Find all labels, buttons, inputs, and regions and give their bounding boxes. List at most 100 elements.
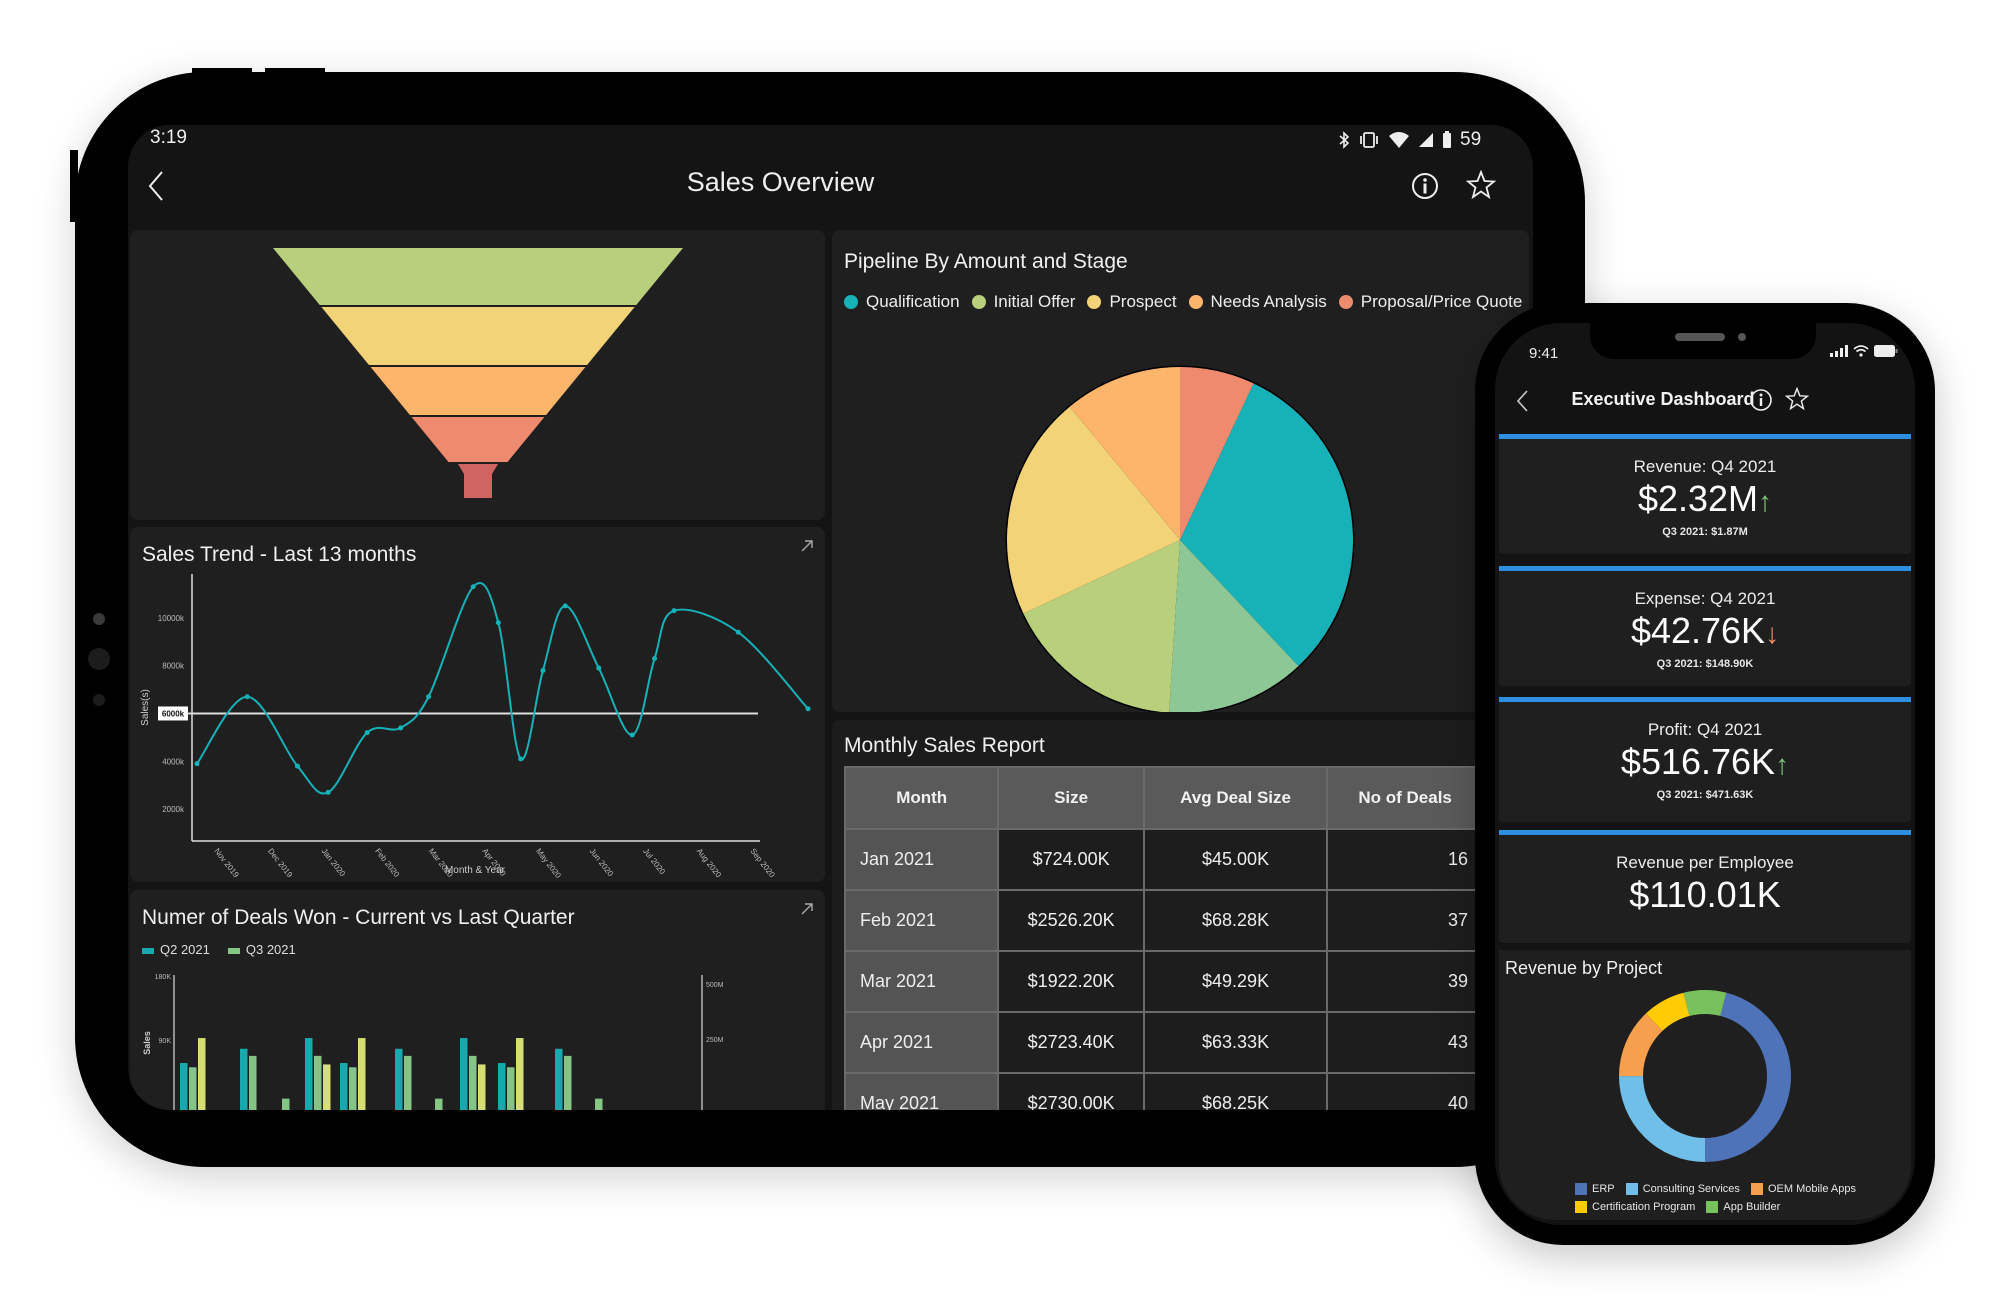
legend-label: Qualification	[866, 292, 960, 311]
monthly-report-card[interactable]: Monthly Sales Report Month Size Avg Deal…	[832, 720, 1532, 1110]
kpi-value-text: $42.76K	[1630, 610, 1766, 651]
donut-slice	[1619, 1076, 1706, 1162]
bar	[340, 1063, 348, 1110]
phone-notch	[1590, 323, 1816, 359]
reference-label: 6000k	[162, 709, 185, 718]
x-axis-label: Month & Year	[445, 865, 506, 876]
legend-item[interactable]: Qualification	[844, 292, 960, 312]
data-point	[470, 584, 476, 590]
funnel-stage	[370, 367, 586, 415]
legend-dot-icon	[1338, 295, 1353, 309]
info-icon[interactable]	[1749, 388, 1773, 412]
kpi-card-expense[interactable]: Expense: Q4 2021 $42.76K↓ Q3 2021: $148.…	[1499, 566, 1911, 686]
legend-item[interactable]: ERP	[1575, 1183, 1615, 1196]
y-axis-label: Sales	[142, 1031, 152, 1055]
cell-no-of-deals: 39	[1326, 950, 1484, 1013]
pipeline-legend: Qualification Initial Offer Prospect Needs …	[844, 292, 1529, 314]
bar	[404, 1055, 412, 1110]
table-row[interactable]: Mar 2021 $1922.20K $49.29K 39	[843, 950, 1484, 1013]
y-tick-label: 180K	[155, 974, 172, 981]
phone-page-title: Executive Dashboard	[1571, 389, 1755, 409]
cell-size: $1922.20K	[997, 950, 1145, 1013]
kpi-card-revenue[interactable]: Revenue: Q4 2021 $2.32M↑ Q3 2021: $1.87M	[1499, 434, 1911, 554]
legend-item[interactable]: Prospect	[1087, 292, 1177, 312]
bar	[180, 1063, 188, 1110]
legend-item[interactable]: App Builder	[1706, 1201, 1780, 1214]
bar	[469, 1055, 477, 1110]
phone-screen: 9:41 Executive Dashboard Revenue: Q4 202…	[1495, 323, 1915, 1225]
y-axis-label: Sales(s)	[140, 689, 151, 726]
deals-bar-chart: 180K 90K 500M 250M Sales	[142, 974, 724, 1110]
y-tick-label-right: 250M	[706, 1037, 724, 1044]
funnel-stage	[321, 307, 635, 365]
table-row[interactable]: May 2021 $2730.00K $68.25K 40	[843, 1072, 1484, 1110]
table-row[interactable]: Apr 2021 $2723.40K $63.33K 43	[843, 1011, 1484, 1074]
bar	[564, 1055, 572, 1110]
data-point	[495, 620, 501, 626]
battery-icon	[1443, 131, 1451, 148]
cell-size: $2526.20K	[997, 889, 1145, 952]
y-tick-label: 90K	[159, 1038, 172, 1045]
cell-size: $2723.40K	[997, 1011, 1145, 1074]
revenue-by-project-card[interactable]: Revenue by Project ERP Consulting Servic…	[1499, 950, 1911, 1220]
legend-item[interactable]: Needs Analysis	[1188, 292, 1327, 312]
wifi-icon	[1389, 132, 1409, 148]
cell-month: Feb 2021	[843, 889, 1000, 952]
column-header-no-of-deals[interactable]: No of Deals	[1326, 766, 1484, 830]
cell-month: Jan 2021	[843, 828, 1000, 891]
kpi-value: $2.32M↑	[1499, 479, 1911, 522]
column-header-size[interactable]: Size	[997, 766, 1145, 830]
x-tick-label: Jun 2020	[588, 847, 616, 879]
column-header-avg-deal-size[interactable]: Avg Deal Size	[1142, 766, 1329, 830]
pipeline-card[interactable]: Pipeline By Amount and Stage Qualificati…	[832, 230, 1529, 712]
tablet-side-button	[70, 150, 78, 222]
data-point	[671, 608, 677, 614]
trend-up-icon: ↑	[1775, 749, 1790, 780]
data-point	[518, 756, 524, 762]
legend-item[interactable]: Initial Offer	[971, 292, 1075, 312]
kpi-label: Expense: Q4 2021	[1634, 589, 1776, 608]
sales-trend-card[interactable]: Sales Trend - Last 13 months 2000k 4000k 8…	[130, 527, 825, 882]
trend-down-icon: ↓	[1765, 618, 1780, 649]
cell-avg-deal-size: $68.25K	[1142, 1072, 1329, 1110]
status-icons: 59	[1338, 129, 1481, 151]
bar	[478, 1064, 486, 1110]
data-point	[596, 665, 602, 671]
deals-card[interactable]: Numer of Deals Won - Current vs Last Qua…	[130, 890, 825, 1110]
star-icon[interactable]	[1466, 170, 1496, 200]
legend-item[interactable]: Consulting Services	[1625, 1183, 1740, 1196]
legend-item[interactable]: OEM Mobile Apps	[1750, 1183, 1856, 1196]
table-row[interactable]: Jan 2021 $724.00K $45.00K 16	[843, 828, 1484, 891]
kpi-card-revenue-per-employee[interactable]: Revenue per Employee $110.01K	[1499, 830, 1911, 943]
legend-label: Needs Analysis	[1210, 292, 1327, 311]
tablet-camera	[88, 648, 110, 670]
column-header-month[interactable]: Month	[843, 766, 1000, 830]
legend-item[interactable]: Proposal/Price Quote	[1338, 292, 1522, 312]
bar	[305, 1038, 313, 1110]
kpi-value-text: $516.76K	[1620, 741, 1776, 782]
cell-no-of-deals: 37	[1326, 889, 1484, 952]
x-tick-label: Jan 2020	[320, 847, 348, 879]
kpi-previous: Q3 2021: $471.63K	[1656, 789, 1754, 801]
bar	[516, 1038, 524, 1110]
info-icon[interactable]	[1410, 171, 1440, 201]
data-point	[426, 694, 432, 700]
legend-item[interactable]: Certification Program	[1575, 1201, 1695, 1214]
bar	[460, 1038, 468, 1110]
star-icon[interactable]	[1785, 387, 1809, 411]
kpi-label: Revenue per Employee	[1616, 853, 1794, 872]
legend-label: ERP	[1592, 1183, 1615, 1195]
bar	[507, 1067, 515, 1110]
table-row[interactable]: Feb 2021 $2526.20K $68.28K 37	[843, 889, 1484, 952]
kpi-value: $42.76K↓	[1499, 611, 1911, 654]
kpi-card-profit[interactable]: Profit: Q4 2021 $516.76K↑ Q3 2021: $471.…	[1499, 697, 1911, 822]
legend-dot-icon	[844, 295, 858, 309]
funnel-card[interactable]	[130, 230, 825, 520]
x-tick-label: Jul 2020	[641, 847, 667, 877]
trend-line	[196, 582, 809, 795]
bar	[358, 1038, 366, 1110]
x-tick-label: Aug 2020	[695, 847, 724, 880]
donut-legend: ERP Consulting Services OEM Mobile Apps …	[1575, 1180, 1875, 1216]
y-tick-label: 10000k	[158, 614, 185, 623]
cell-avg-deal-size: $45.00K	[1142, 828, 1329, 891]
